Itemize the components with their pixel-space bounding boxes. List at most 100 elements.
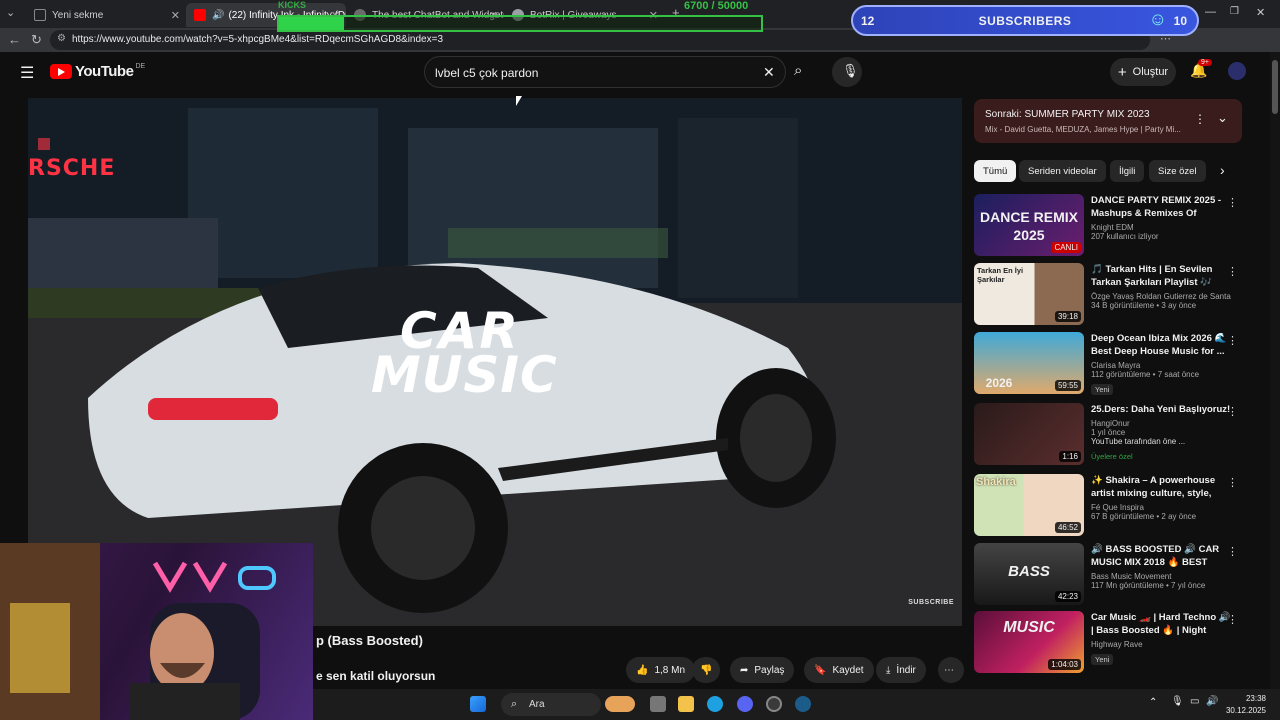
more-icon: ⋯ bbox=[944, 664, 954, 676]
create-button[interactable]: + Oluştur bbox=[1110, 58, 1176, 86]
subscribe-watermark[interactable]: SUBSCRIBE bbox=[908, 599, 954, 606]
search-icon[interactable]: ⌕ bbox=[794, 62, 802, 79]
dislike-button[interactable]: 👎 bbox=[692, 657, 721, 683]
menu-icon[interactable]: ☰ bbox=[20, 63, 34, 83]
video-thumbnail[interactable]: 1:16 bbox=[974, 403, 1084, 465]
like-button[interactable]: 👍 1,8 Mn bbox=[626, 657, 696, 683]
video-thumbnail[interactable]: Shakira 46:52 bbox=[974, 474, 1084, 536]
tab-new-tab[interactable]: Yeni sekme ✕ bbox=[26, 3, 186, 27]
download-button[interactable]: ⤓ İndir bbox=[876, 657, 926, 683]
network-icon[interactable]: ▭ bbox=[1190, 696, 1199, 707]
chip-all[interactable]: Tümü bbox=[974, 160, 1017, 182]
video-stats: 207 kullanıcı izliyor bbox=[1091, 232, 1159, 241]
thumbnail-text: DANCE REMIX 2025 bbox=[979, 209, 1078, 243]
video-channel: Knight EDM bbox=[1091, 223, 1134, 232]
clock-date: 30.12.2025 bbox=[1225, 706, 1266, 715]
microphone-tray-icon[interactable]: 🎙 bbox=[1171, 696, 1184, 707]
kicks-goal-count: 6700 / 50000 bbox=[684, 0, 749, 12]
chrome-icon[interactable] bbox=[766, 696, 782, 712]
share-button[interactable]: ➦ Paylaş bbox=[730, 657, 795, 683]
list-item[interactable]: 2026 59:55 Deep Ocean Ibiza Mix 2026 🌊 B… bbox=[974, 332, 1244, 398]
close-window-icon[interactable]: ✕ bbox=[1256, 6, 1265, 19]
chip-related[interactable]: İlgili bbox=[1110, 160, 1145, 182]
share-label: Paylaş bbox=[754, 664, 785, 676]
minimize-icon[interactable]: — bbox=[1205, 6, 1216, 18]
list-item[interactable]: Tarkan En İyi Şarkılar 39:18 🎵 Tarkan Hi… bbox=[974, 263, 1244, 329]
search-input[interactable]: lvbel c5 çok pardon ✕ bbox=[424, 56, 786, 88]
scrollbar-thumb[interactable] bbox=[1272, 60, 1278, 114]
tab-label: Yeni sekme bbox=[52, 9, 104, 21]
site-info-icon[interactable]: ⚙ bbox=[57, 33, 66, 44]
volume-icon[interactable]: 🔊 bbox=[1206, 696, 1218, 707]
notifications-button[interactable]: 🔔 9+ bbox=[1190, 59, 1212, 80]
steam-icon[interactable] bbox=[795, 696, 811, 712]
video-stats: 67 B görüntüleme • 2 ay önce bbox=[1091, 512, 1197, 521]
video-thumbnail[interactable]: DANCE REMIX 2025 CANLI bbox=[974, 194, 1084, 256]
maximize-icon[interactable]: ❐ bbox=[1230, 6, 1239, 17]
youtube-header: ☰ YouTube DE lvbel c5 çok pardon ✕ ⌕ 🎙 +… bbox=[0, 52, 1270, 94]
download-label: İndir bbox=[896, 664, 916, 676]
duration-badge: 1:04:03 bbox=[1048, 659, 1081, 670]
more-options-icon[interactable]: ⋮ bbox=[1194, 112, 1206, 126]
video-meta: 🎵 Tarkan Hits | En Sevilen Tarkan Şarkıl… bbox=[1091, 263, 1231, 310]
taskbar-clock[interactable]: 23:38 30.12.2025 bbox=[1226, 693, 1266, 717]
video-thumbnail[interactable]: Tarkan En İyi Şarkılar 39:18 bbox=[974, 263, 1084, 325]
tray-chevron-icon[interactable]: ⌃ bbox=[1149, 697, 1157, 708]
clock-time: 23:38 bbox=[1245, 694, 1266, 703]
video-thumbnail[interactable]: BASS 42:23 bbox=[974, 543, 1084, 605]
more-options-icon[interactable]: ⋮ bbox=[1227, 405, 1238, 418]
youtube-wordmark: YouTube bbox=[75, 63, 134, 80]
video-thumbnail[interactable]: 2026 59:55 bbox=[974, 332, 1084, 394]
duration-badge: 1:16 bbox=[1059, 451, 1081, 462]
video-title: 25.Ders: Daha Yeni Başlıyoruz! bbox=[1091, 404, 1231, 415]
list-item[interactable]: DANCE REMIX 2025 CANLI DANCE PARTY REMIX… bbox=[974, 194, 1244, 260]
video-meta: Deep Ocean Ibiza Mix 2026 🌊 Best Deep Ho… bbox=[1091, 332, 1231, 397]
chip-series[interactable]: Seriden videolar bbox=[1019, 160, 1106, 182]
thumbnail-text: MUSIC bbox=[1003, 619, 1055, 636]
youtube-logo[interactable]: YouTube DE bbox=[50, 63, 145, 80]
more-actions-button[interactable]: ⋯ bbox=[938, 657, 964, 683]
up-next-panel[interactable]: Sonraki: SUMMER PARTY MIX 2023 Mix - Dav… bbox=[974, 99, 1242, 143]
edge-browser-icon[interactable] bbox=[707, 696, 723, 712]
thumbnail-text: 2026 bbox=[985, 376, 1013, 390]
close-tab-icon[interactable]: ✕ bbox=[171, 9, 180, 22]
more-options-icon[interactable]: ⋮ bbox=[1227, 265, 1238, 278]
more-options-icon[interactable]: ⋮ bbox=[1227, 196, 1238, 209]
list-item[interactable]: MUSIC 1:04:03 Car Music 🏎️ | Hard Techno… bbox=[974, 611, 1244, 677]
avatar[interactable] bbox=[1228, 62, 1246, 80]
reload-icon[interactable]: ↻ bbox=[31, 32, 42, 48]
list-item[interactable]: Shakira 46:52 ✨ Shakira – A powerhouse a… bbox=[974, 474, 1244, 540]
taskbar-search[interactable]: ⌕ Ara bbox=[501, 693, 601, 716]
video-title: p (Bass Boosted) bbox=[316, 633, 423, 648]
file-explorer-icon[interactable] bbox=[678, 696, 694, 712]
chip-for-you[interactable]: Size özel bbox=[1149, 160, 1206, 182]
discord-icon[interactable] bbox=[737, 696, 753, 712]
duration-badge: 39:18 bbox=[1054, 311, 1081, 322]
video-title: 🔊 BASS BOOSTED 🔊 CAR MUSIC MIX 2018 🔥 BE… bbox=[1091, 544, 1220, 568]
chevron-down-icon[interactable]: ⌄ bbox=[1217, 110, 1228, 126]
list-item[interactable]: 1:16 25.Ders: Daha Yeni Başlıyoruz! Hang… bbox=[974, 403, 1244, 469]
video-stats-extra: YouTube tarafından öne ... bbox=[1091, 437, 1186, 446]
windows-start-icon[interactable] bbox=[470, 696, 486, 712]
task-view-icon[interactable] bbox=[650, 696, 666, 712]
more-options-icon[interactable]: ⋮ bbox=[1227, 334, 1238, 347]
chips-next-icon[interactable]: › bbox=[1220, 162, 1225, 178]
members-only-badge: Üyelere özel bbox=[1091, 452, 1133, 461]
more-options-icon[interactable]: ⋮ bbox=[1227, 476, 1238, 489]
voice-search-button[interactable]: 🎙 bbox=[832, 57, 862, 87]
page-scrollbar[interactable] bbox=[1270, 52, 1280, 689]
more-options-icon[interactable]: ⋮ bbox=[1227, 613, 1238, 626]
tab-list-chevron-icon[interactable]: ⌄ bbox=[6, 6, 15, 19]
live-badge: CANLI bbox=[1051, 242, 1081, 253]
clear-search-icon[interactable]: ✕ bbox=[763, 64, 775, 81]
duration-badge: 59:55 bbox=[1054, 380, 1081, 391]
back-icon[interactable]: ← bbox=[8, 32, 21, 47]
video-thumbnail[interactable]: MUSIC 1:04:03 bbox=[974, 611, 1084, 673]
list-item[interactable]: BASS 42:23 🔊 BASS BOOSTED 🔊 CAR MUSIC MI… bbox=[974, 543, 1244, 609]
more-options-icon[interactable]: ⋮ bbox=[1227, 545, 1238, 558]
widgets-icon[interactable] bbox=[605, 696, 635, 712]
up-next-subtitle: Mix - David Guetta, MEDUZA, James Hype |… bbox=[985, 125, 1181, 134]
save-button[interactable]: 🔖 Kaydet bbox=[804, 657, 874, 683]
video-meta: 25.Ders: Daha Yeni Başlıyoruz! HangiOnur… bbox=[1091, 403, 1231, 464]
speaker-icon[interactable]: 🔊 bbox=[212, 10, 224, 21]
